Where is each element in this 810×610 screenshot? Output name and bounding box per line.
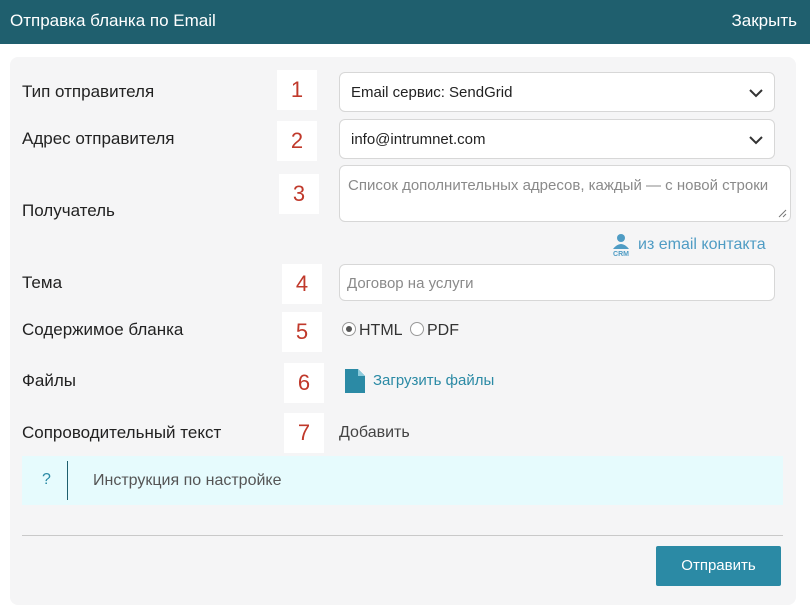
step-number-1: 1: [277, 70, 317, 110]
chevron-down-icon: [749, 136, 763, 145]
sender-type-label: Тип отправителя: [22, 82, 155, 101]
recipient-label: Получатель: [22, 201, 115, 220]
instruction-text: Инструкция по настройке: [93, 472, 282, 489]
step-number-2: 2: [277, 121, 317, 161]
sender-address-select[interactable]: info@intrumnet.com: [339, 119, 775, 159]
subject-label: Тема: [22, 273, 63, 292]
file-icon: [345, 369, 365, 393]
crm-link-label: из email контакта: [638, 236, 766, 254]
step-number-7: 7: [284, 413, 324, 453]
subject-value: Договор на услуги: [347, 275, 474, 292]
crm-contact-icon: CRM: [613, 234, 629, 257]
upload-files-label: Загрузить файлы: [373, 371, 495, 389]
upload-files-link[interactable]: Загрузить файлы: [344, 368, 494, 394]
content-label: Содержимое бланка: [22, 320, 184, 339]
radio-pdf-label: PDF: [427, 322, 459, 339]
step-number-3: 3: [279, 174, 319, 214]
radio-pdf[interactable]: PDF: [410, 322, 459, 340]
close-button[interactable]: Закрыть: [732, 11, 797, 31]
files-label: Файлы: [22, 371, 77, 390]
step-number-6: 6: [284, 363, 324, 403]
resize-handle-icon[interactable]: [778, 209, 787, 218]
recipient-placeholder: Список дополнительных адресов, каждый — …: [348, 177, 769, 194]
subject-input[interactable]: Договор на услуги: [339, 264, 775, 301]
crm-contact-link[interactable]: CRM из email контакта: [610, 233, 766, 257]
question-icon: ?: [42, 471, 51, 488]
send-button[interactable]: Отправить: [656, 546, 781, 586]
radio-pdf-indicator[interactable]: [410, 322, 424, 336]
instruction-box[interactable]: ? Инструкция по настройке: [22, 456, 783, 505]
step-number-4: 4: [282, 264, 322, 304]
radio-html[interactable]: HTML: [342, 322, 403, 340]
dialog-title: Отправка бланка по Email: [10, 11, 216, 30]
add-cover-text-link[interactable]: Добавить: [339, 424, 410, 442]
radio-html-indicator[interactable]: [342, 322, 356, 336]
sender-address-value: info@intrumnet.com: [351, 131, 486, 148]
chevron-down-icon: [749, 89, 763, 98]
dialog-header: Отправка бланка по Email Закрыть: [0, 0, 810, 44]
footer-divider: [22, 535, 783, 536]
sender-type-select[interactable]: Email сервис: SendGrid: [339, 72, 775, 112]
radio-html-label: HTML: [359, 322, 403, 339]
instruction-divider: [67, 461, 68, 500]
svg-text:CRM: CRM: [613, 251, 629, 257]
recipient-textarea[interactable]: Список дополнительных адресов, каждый — …: [339, 165, 791, 222]
sender-address-label: Адрес отправителя: [22, 129, 175, 148]
step-number-5: 5: [282, 312, 322, 352]
sender-type-value: Email сервис: SendGrid: [351, 84, 513, 101]
cover-text-label: Сопроводительный текст: [22, 423, 222, 442]
